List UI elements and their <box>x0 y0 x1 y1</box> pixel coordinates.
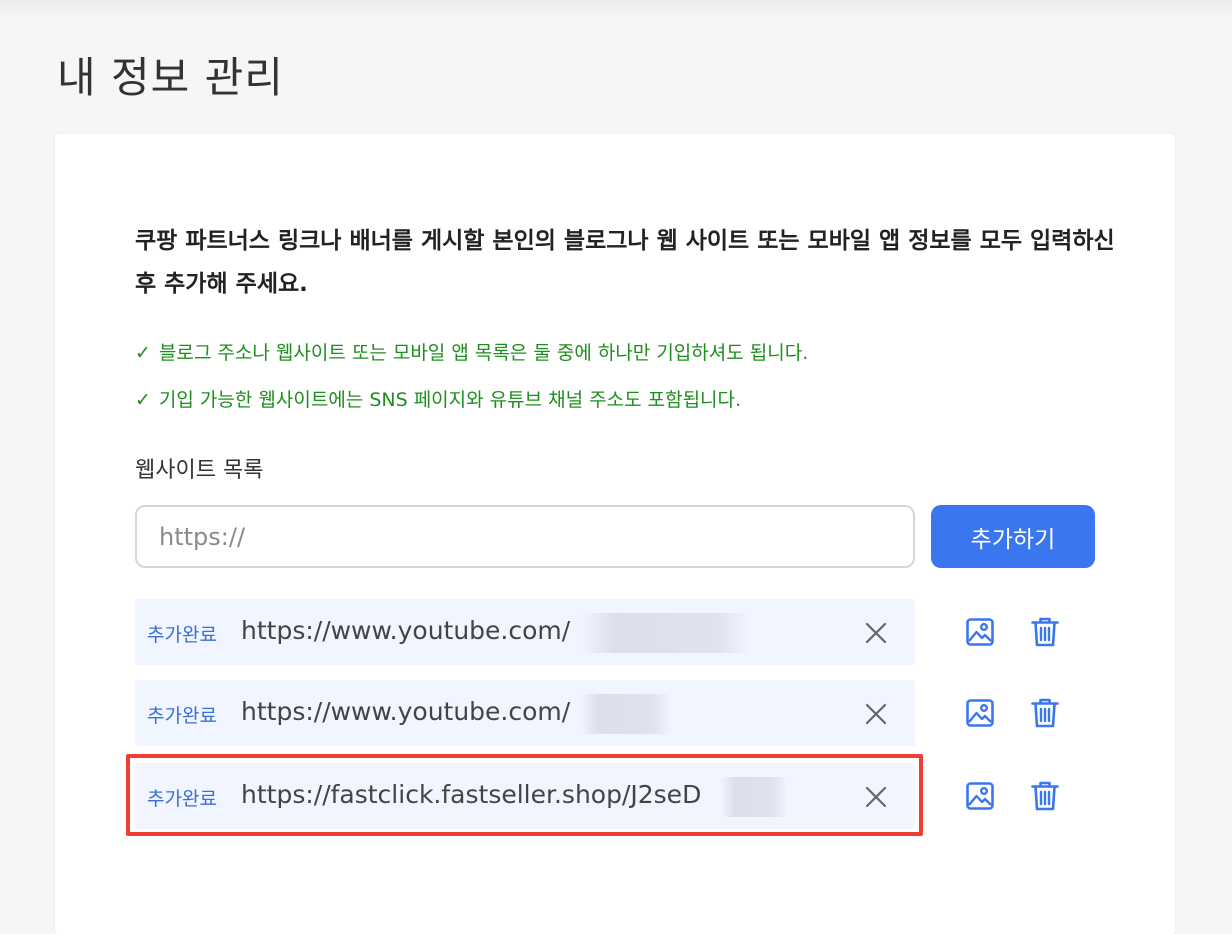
image-icon <box>966 699 994 727</box>
page-title: 내 정보 관리 <box>57 53 284 102</box>
trash-icon <box>1031 781 1059 811</box>
info-card: 쿠팡 파트너스 링크나 배너를 게시할 본인의 블로그나 웹 사이트 또는 모바… <box>55 134 1175 934</box>
redacted-area <box>581 613 751 653</box>
add-website-button[interactable]: 추가하기 <box>931 505 1095 568</box>
status-badge: 추가완료 <box>147 624 217 646</box>
status-badge: 추가완료 <box>147 705 217 727</box>
delete-button[interactable] <box>1027 778 1063 814</box>
trash-icon <box>1031 698 1059 728</box>
website-url: https://fastclick.fastseller.shop/J2seD <box>241 780 702 809</box>
website-list-item: 추가완료 https://fastclick.fastseller.shop/J… <box>135 763 915 829</box>
website-list-item: 추가완료 https://www.youtube.com/ <box>135 680 915 746</box>
image-icon <box>966 618 994 646</box>
note-line: ✓ 블로그 주소나 웹사이트 또는 모바일 앱 목록은 둘 중에 하나만 기입하셔… <box>135 338 808 365</box>
image-button[interactable] <box>962 778 998 814</box>
status-badge: 추가완료 <box>147 788 217 810</box>
website-url: https://www.youtube.com/ <box>241 616 571 645</box>
top-shadow-bar <box>0 0 1232 20</box>
website-list-label: 웹사이트 목록 <box>135 458 264 483</box>
delete-button[interactable] <box>1027 695 1063 731</box>
website-url: https://www.youtube.com/ <box>241 697 571 726</box>
close-icon <box>865 786 887 808</box>
check-icon: ✓ <box>135 389 151 411</box>
redacted-area <box>581 694 671 734</box>
note-line: ✓ 기입 가능한 웹사이트에는 SNS 페이지와 유튜브 채널 주소도 포함됩니다… <box>135 385 741 412</box>
remove-item-button[interactable] <box>859 780 893 814</box>
note-text: 기입 가능한 웹사이트에는 SNS 페이지와 유튜브 채널 주소도 포함됩니다. <box>158 389 742 411</box>
image-button[interactable] <box>962 695 998 731</box>
check-icon: ✓ <box>135 342 151 364</box>
image-button[interactable] <box>962 614 998 650</box>
close-icon <box>865 622 887 644</box>
intro-text: 쿠팡 파트너스 링크나 배너를 게시할 본인의 블로그나 웹 사이트 또는 모바… <box>135 228 1115 297</box>
delete-button[interactable] <box>1027 614 1063 650</box>
website-url-input[interactable] <box>135 505 915 568</box>
trash-icon <box>1031 617 1059 647</box>
note-text: 블로그 주소나 웹사이트 또는 모바일 앱 목록은 둘 중에 하나만 기입하셔도… <box>158 342 809 364</box>
remove-item-button[interactable] <box>859 616 893 650</box>
website-list-item: 추가완료 https://www.youtube.com/ <box>135 599 915 665</box>
close-icon <box>865 703 887 725</box>
remove-item-button[interactable] <box>859 697 893 731</box>
redacted-area <box>721 777 787 817</box>
image-icon <box>966 782 994 810</box>
